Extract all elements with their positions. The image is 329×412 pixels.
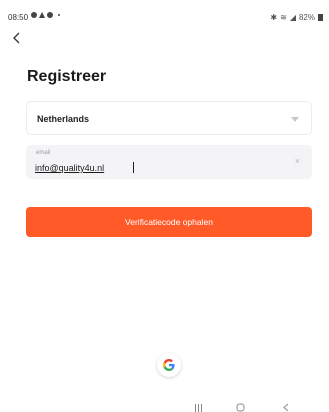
back-button[interactable] xyxy=(10,31,24,45)
notification-dot-icon xyxy=(47,12,53,18)
notification-circle-icon xyxy=(31,12,37,18)
recent-apps-icon[interactable] xyxy=(194,404,203,412)
battery-icon xyxy=(318,14,323,21)
text-cursor xyxy=(133,162,134,173)
status-right: ✱ ≋ ◢ 82% xyxy=(270,13,323,22)
registration-screen: 08:50 ✱ ≋ ◢ 82% Registreer Netherlands e… xyxy=(0,0,329,412)
system-navigation-bar xyxy=(0,398,329,412)
more-notifications-icon xyxy=(58,14,60,16)
chevron-left-icon xyxy=(13,32,20,44)
get-verification-code-button[interactable]: Verificatiecode ophalen xyxy=(26,207,312,237)
notification-icons xyxy=(31,12,60,18)
google-logo-icon xyxy=(163,359,175,371)
email-label: email xyxy=(36,150,51,156)
system-back-icon[interactable] xyxy=(282,403,290,412)
bluetooth-icon: ✱ xyxy=(270,13,278,22)
chevron-down-icon xyxy=(291,117,299,122)
home-icon[interactable] xyxy=(236,403,245,412)
status-bar: 08:50 ✱ ≋ ◢ 82% xyxy=(0,0,329,22)
battery-percent: 82% xyxy=(298,13,315,22)
email-input[interactable] xyxy=(35,161,275,175)
clear-icon[interactable]: × xyxy=(295,157,300,166)
country-select[interactable]: Netherlands xyxy=(26,101,312,135)
email-field[interactable]: email × xyxy=(26,145,312,179)
wifi-signal-icon: ≋ xyxy=(280,13,287,22)
status-time: 08:50 xyxy=(8,13,29,22)
cell-signal-icon: ◢ xyxy=(289,13,296,22)
country-value: Netherlands xyxy=(37,114,90,124)
google-login-button[interactable] xyxy=(157,353,181,377)
page-title: Registreer xyxy=(27,68,107,85)
notification-triangle-icon xyxy=(39,12,45,18)
